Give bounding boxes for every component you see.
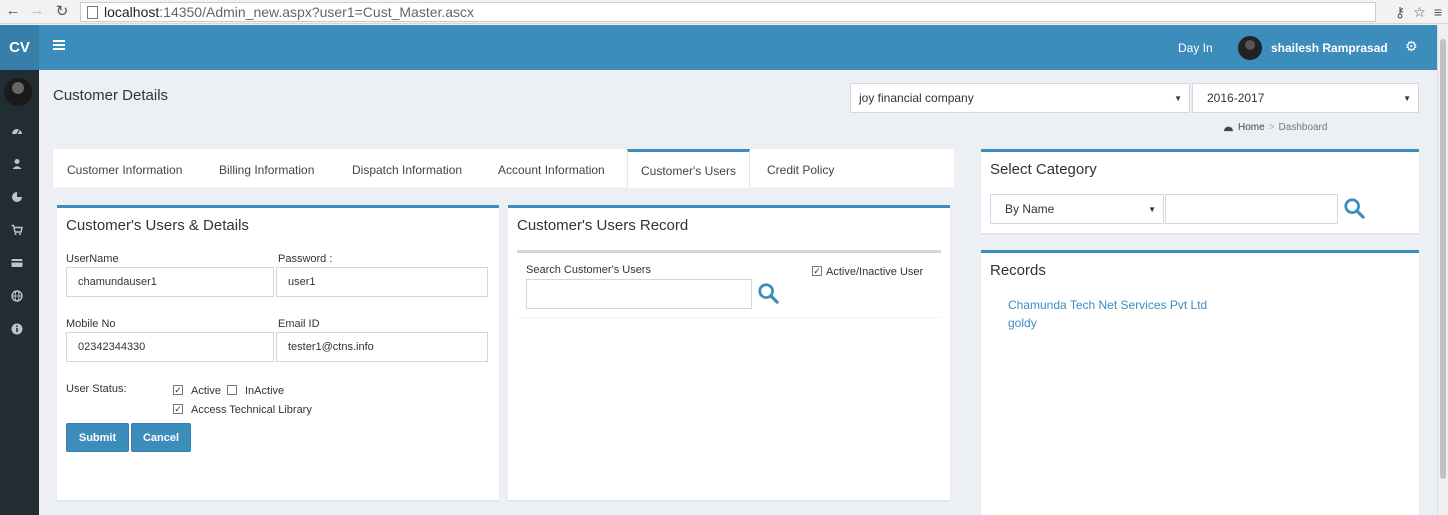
category-search-input[interactable] (1165, 194, 1338, 224)
records-box: Records Chamunda Tech Net Services Pvt L… (981, 250, 1419, 515)
tab-customers-users[interactable]: Customer's Users (627, 149, 750, 188)
email-label: Email ID (278, 318, 320, 330)
address-bar[interactable]: localhost:14350/Admin_new.aspx?user1=Cus… (80, 2, 1376, 22)
password-input[interactable]: user1 (276, 267, 488, 297)
record-link[interactable]: goldy (1008, 316, 1037, 330)
users-record-title: Customer's Users Record (517, 217, 689, 234)
username-value: chamundauser1 (78, 276, 157, 288)
user-details-box: Customer's Users & Details UserName cham… (57, 205, 499, 500)
breadcrumb-separator: > (1268, 122, 1275, 133)
page-title: Customer Details (53, 87, 169, 104)
pie-chart-icon[interactable] (10, 191, 24, 205)
user-menu[interactable]: shailesh Ramprasad (1238, 36, 1388, 60)
user-name: shailesh Ramprasad (1271, 41, 1388, 55)
active-label: Active (191, 385, 221, 397)
search-icon[interactable] (757, 282, 779, 304)
company-select[interactable]: joy financial company ▼ (850, 83, 1190, 113)
username-input[interactable]: chamundauser1 (66, 267, 274, 297)
sidebar-avatar (4, 78, 32, 106)
breadcrumb-current: Dashboard (1278, 122, 1328, 133)
active-inactive-checkbox[interactable]: ✓ (812, 266, 822, 276)
tab-credit-policy[interactable]: Credit Policy (767, 149, 834, 188)
day-in-link[interactable]: Day In (1178, 41, 1213, 55)
chevron-down-icon: ▼ (1148, 205, 1156, 214)
mobile-label: Mobile No (66, 318, 116, 330)
chevron-down-icon: ▼ (1174, 94, 1182, 103)
submit-button[interactable]: Submit (66, 423, 129, 452)
category-select[interactable]: By Name ▼ (990, 194, 1164, 224)
cart-icon[interactable] (10, 224, 24, 238)
key-icon[interactable]: ⚷ (1395, 4, 1405, 21)
globe-icon[interactable] (10, 290, 24, 304)
back-icon[interactable]: ← (3, 2, 23, 19)
company-select-value: joy financial company (859, 91, 974, 105)
reload-icon[interactable]: ↻ (52, 2, 72, 20)
active-checkbox[interactable]: ✓ (173, 385, 183, 395)
tab-dispatch-information[interactable]: Dispatch Information (352, 149, 462, 188)
users-record-box: Customer's Users Record Search Customer'… (508, 205, 950, 500)
app-logo[interactable]: CV (0, 25, 39, 70)
tab-content: Customer's Users & Details UserName cham… (53, 188, 954, 515)
password-value: user1 (288, 276, 316, 288)
url-path: :14350/Admin_new.aspx?user1=Cust_Master.… (159, 4, 475, 20)
user-details-title: Customer's Users & Details (66, 217, 249, 234)
tab-bar: Customer Information Billing Information… (53, 149, 954, 188)
record-link[interactable]: Chamunda Tech Net Services Pvt Ltd (1008, 298, 1207, 312)
email-input[interactable]: tester1@ctns.info (276, 332, 488, 362)
customer-tabs-panel: Customer Information Billing Information… (53, 149, 954, 515)
password-label: Password : (278, 253, 333, 265)
page-icon (87, 5, 98, 19)
tab-account-information[interactable]: Account Information (498, 149, 605, 188)
url-host: localhost (104, 4, 160, 20)
active-inactive-label: Active/Inactive User (826, 266, 924, 278)
search-users-label: Search Customer's Users (526, 264, 651, 276)
menu-toggle-icon[interactable] (53, 40, 65, 52)
tab-customer-information[interactable]: Customer Information (67, 149, 182, 188)
page-scrollbar[interactable] (1437, 25, 1448, 515)
search-users-panel: Search Customer's Users ✓ Active/Inactiv… (517, 250, 941, 318)
dashboard-icon (1224, 126, 1233, 132)
user-avatar (1238, 36, 1262, 60)
select-category-box: Select Category By Name ▼ (981, 149, 1419, 233)
cancel-button[interactable]: Cancel (131, 423, 191, 452)
search-icon[interactable] (1343, 197, 1365, 219)
records-title: Records (990, 262, 1046, 279)
sidebar (0, 70, 39, 515)
browser-menu-icon[interactable]: ≡ (1434, 4, 1442, 20)
mobile-input[interactable]: 02342344330 (66, 332, 274, 362)
app-header: CV Day In shailesh Ramprasad ⚙ (0, 25, 1448, 70)
year-select-value: 2016-2017 (1207, 91, 1265, 105)
settings-gears-icon[interactable]: ⚙ (1405, 38, 1418, 55)
breadcrumb-home[interactable]: Home (1238, 122, 1265, 133)
user-status-label: User Status: (66, 383, 127, 395)
search-users-input[interactable] (526, 279, 752, 309)
mobile-value: 02342344330 (78, 341, 146, 353)
category-select-value: By Name (1005, 202, 1055, 216)
info-icon[interactable] (10, 323, 24, 337)
library-checkbox[interactable]: ✓ (173, 404, 183, 414)
email-value: tester1@ctns.info (288, 341, 374, 353)
dashboard-icon[interactable] (10, 125, 24, 139)
forward-icon[interactable]: → (27, 2, 47, 19)
select-category-title: Select Category (990, 161, 1097, 178)
browser-toolbar: ← → ↻ localhost:14350/Admin_new.aspx?use… (0, 0, 1448, 24)
chevron-down-icon: ▼ (1403, 94, 1411, 103)
breadcrumb: Home > Dashboard (1223, 122, 1327, 133)
bookmark-star-icon[interactable]: ☆ (1413, 4, 1426, 21)
user-icon[interactable] (10, 158, 24, 172)
tab-billing-information[interactable]: Billing Information (219, 149, 314, 188)
inactive-checkbox[interactable] (227, 385, 237, 395)
library-label: Access Technical Library (191, 404, 312, 416)
username-label: UserName (66, 253, 119, 265)
year-select[interactable]: 2016-2017 ▼ (1192, 83, 1419, 113)
credit-card-icon[interactable] (10, 257, 24, 271)
inactive-label: InActive (245, 385, 285, 397)
